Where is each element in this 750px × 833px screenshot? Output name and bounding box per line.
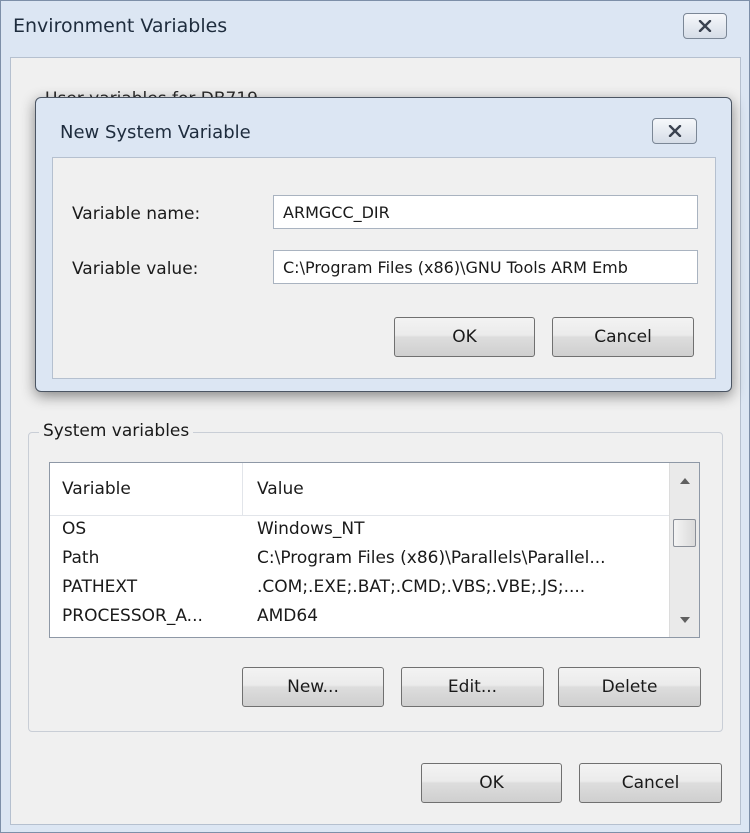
edit-variable-button[interactable]: Edit...	[401, 667, 544, 707]
column-header-variable[interactable]: Variable	[50, 463, 243, 515]
column-header-value[interactable]: Value	[243, 463, 669, 515]
close-icon	[668, 125, 681, 137]
table-row[interactable]: Path C:\Program Files (x86)\Parallels\Pa…	[50, 544, 669, 573]
arrow-down-icon	[679, 617, 690, 623]
cancel-button[interactable]: Cancel	[579, 763, 722, 803]
window-title: Environment Variables	[13, 15, 228, 37]
row-variable: Path	[62, 548, 100, 568]
system-variables-list[interactable]: Variable Value OS Windows_NT Path C:\Pro…	[49, 462, 700, 638]
variable-value-label: Variable value:	[72, 259, 199, 279]
new-variable-button[interactable]: New...	[242, 667, 384, 707]
row-variable: PATHEXT	[62, 577, 138, 597]
table-row[interactable]: PATHEXT .COM;.EXE;.BAT;.CMD;.VBS;.VBE;.J…	[50, 573, 669, 602]
scroll-up-button[interactable]	[670, 466, 699, 496]
window-close-button[interactable]	[683, 13, 727, 39]
table-row[interactable]: OS Windows_NT	[50, 515, 669, 544]
dialog-ok-button[interactable]: OK	[394, 317, 535, 357]
row-variable: PROCESSOR_A...	[62, 606, 203, 626]
scroll-thumb[interactable]	[673, 519, 696, 547]
close-icon	[698, 20, 712, 32]
dialog-client-area: Variable name: Variable value: OK Cancel	[52, 157, 716, 379]
scroll-down-button[interactable]	[670, 605, 699, 635]
list-header: Variable Value	[50, 463, 669, 516]
arrow-up-icon	[679, 478, 690, 484]
row-value: .COM;.EXE;.BAT;.CMD;.VBS;.VBE;.JS;....	[257, 577, 586, 597]
environment-variables-window: Environment Variables User variables for…	[0, 0, 750, 833]
dialog-title: New System Variable	[60, 122, 251, 143]
vertical-scrollbar[interactable]	[669, 463, 699, 637]
variable-name-label: Variable name:	[72, 204, 201, 224]
dialog-cancel-button[interactable]: Cancel	[552, 317, 694, 357]
list-rows: OS Windows_NT Path C:\Program Files (x86…	[50, 515, 669, 631]
delete-variable-button[interactable]: Delete	[558, 667, 701, 707]
new-system-variable-dialog: New System Variable Variable name: Varia…	[35, 97, 732, 392]
row-variable: OS	[62, 519, 87, 539]
variable-name-input[interactable]	[273, 195, 698, 229]
row-value: C:\Program Files (x86)\Parallels\Paralle…	[257, 548, 606, 568]
row-value: Windows_NT	[257, 519, 365, 539]
variable-value-input[interactable]	[273, 250, 698, 284]
system-variables-label: System variables	[39, 421, 194, 441]
row-value: AMD64	[257, 606, 319, 626]
dialog-close-button[interactable]	[652, 118, 697, 144]
table-row[interactable]: PROCESSOR_A... AMD64	[50, 602, 669, 631]
ok-button[interactable]: OK	[421, 763, 562, 803]
